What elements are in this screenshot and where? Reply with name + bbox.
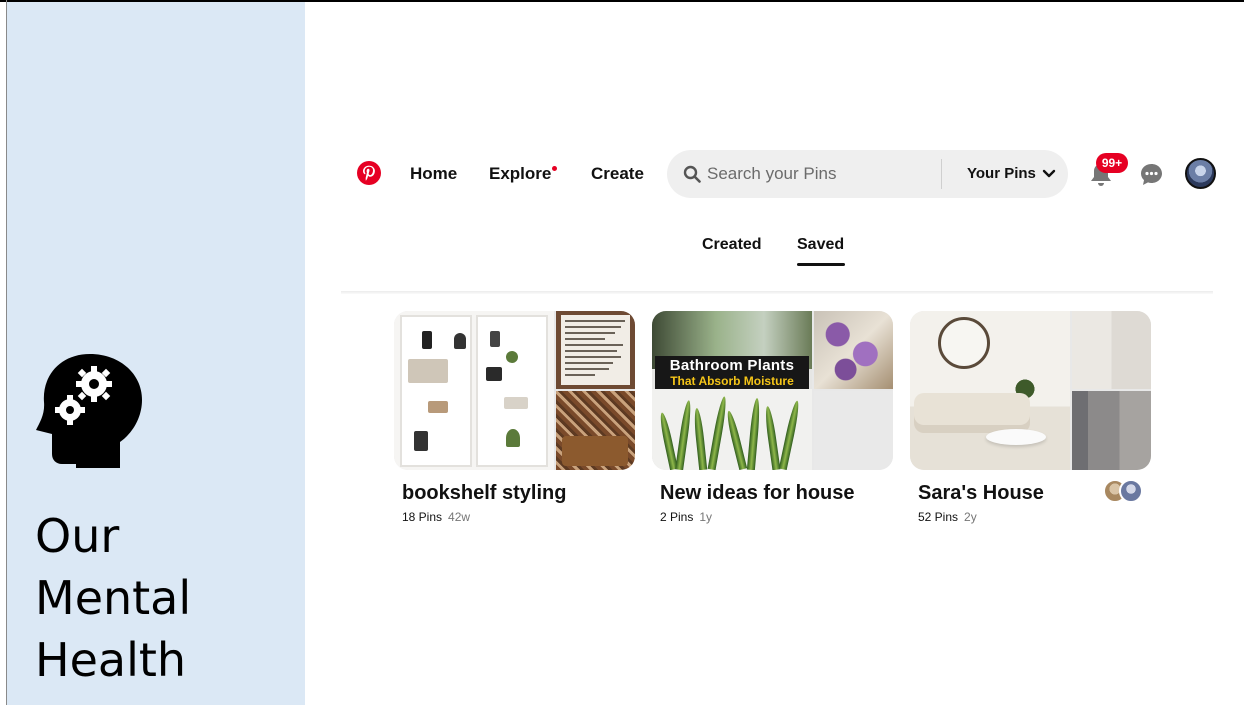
active-tab-indicator [797,263,845,266]
explore-notification-dot [552,166,557,171]
slide-title: Our Mental Health [35,505,191,691]
header-divider [341,291,1213,294]
lavender-image [814,311,893,389]
board-pin-count: 52 Pins [918,510,959,524]
nav-home-link[interactable]: Home [410,164,457,184]
nav-create-link[interactable]: Create [591,164,644,184]
tab-created[interactable]: Created [702,236,762,254]
board-title: Sara's House [918,482,1044,504]
living-room-image [910,311,1070,470]
user-avatar[interactable] [1185,158,1216,189]
notification-badge: 99+ [1096,153,1128,173]
board-card-bookshelf-styling[interactable]: bookshelf styling 18 Pins 42w [394,311,635,524]
board-card-saras-house[interactable]: Sara's House 52 Pins 2y [910,311,1151,524]
cover-caption-line: Bathroom Plants [655,356,809,375]
board-title: New ideas for house [660,482,855,504]
cover-caption-line: That Absorb Moisture [655,374,809,389]
bathroom-plants-image: Bathroom Plants That Absorb Moisture [652,311,812,470]
board-title: bookshelf styling [402,482,567,504]
closet-image [1072,391,1151,470]
pinterest-logo-icon[interactable] [357,161,381,185]
slide-title-line: Our [35,509,120,563]
board-cover[interactable] [394,311,635,470]
board-card-new-ideas-for-house[interactable]: Bathroom Plants That Absorb Moisture New… [652,311,893,524]
board-meta: 52 Pins 2y [918,510,977,524]
search-scope-label: Your Pins [967,165,1036,182]
messages-icon[interactable] [1139,162,1164,187]
board-age: 42w [448,510,471,524]
board-meta: 18 Pins 42w [402,510,470,524]
board-pin-count: 2 Pins [660,510,694,524]
search-icon [683,165,701,183]
search-scope-dropdown[interactable]: Your Pins [967,165,1056,182]
board-pin-count: 18 Pins [402,510,443,524]
bookshelf-image [394,311,554,470]
nav-explore-link[interactable]: Explore [489,164,551,184]
cabinet-image [1072,311,1151,389]
board-meta: 2 Pins 1y [660,510,712,524]
collaborator-avatar[interactable] [1119,479,1143,503]
chevron-down-icon [1042,169,1056,177]
wine-rack-image [556,391,635,470]
board-cover[interactable] [910,311,1151,470]
search-divider [941,159,942,189]
search-bar[interactable]: Your Pins [667,150,1068,198]
slide-title-line: Health [35,633,187,687]
head-with-gears-icon [36,354,142,468]
search-input[interactable] [707,162,927,186]
empty-cover-slot [814,391,893,470]
board-age: 1y [699,510,713,524]
board-age: 2y [964,510,977,524]
tab-saved[interactable]: Saved [797,236,844,254]
quote-sign-image [556,311,635,389]
board-cover[interactable]: Bathroom Plants That Absorb Moisture [652,311,893,470]
slide-title-line: Mental [35,571,192,625]
